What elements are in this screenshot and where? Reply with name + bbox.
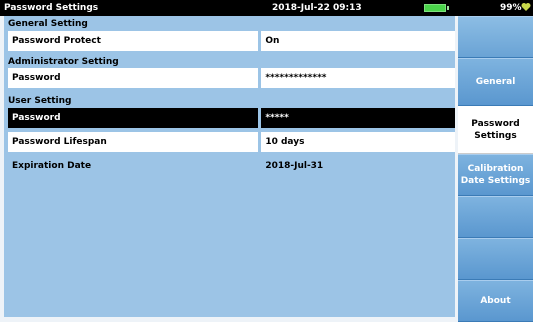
admin-password-value[interactable]: *************	[261, 68, 455, 88]
sidebar-item-label: Calibration Date Settings	[460, 164, 531, 186]
password-protect-label: Password Protect	[8, 31, 259, 51]
password-protect-row[interactable]: Password Protect On	[8, 31, 455, 51]
expiration-date-value: 2018-Jul-31	[265, 161, 324, 171]
battery-icon	[424, 4, 449, 12]
password-lifespan-value[interactable]: 10 days	[261, 132, 455, 152]
datetime-display: 2018-Jul-22 09:13	[272, 3, 362, 13]
password-protect-value[interactable]: On	[261, 31, 455, 51]
sidebar: General Password Settings Calibration Da…	[458, 16, 533, 322]
sidebar-item-general[interactable]: General	[458, 58, 533, 106]
password-lifespan-row[interactable]: Password Lifespan 10 days	[8, 132, 455, 152]
general-setting-heading: General Setting	[8, 19, 88, 29]
user-password-value[interactable]: *****	[261, 108, 455, 128]
sidebar-item-password-settings[interactable]: Password Settings	[458, 106, 533, 154]
admin-password-row[interactable]: Password *************	[8, 68, 455, 88]
battery-percent: 99%	[500, 3, 522, 13]
sidebar-blank-1	[458, 196, 533, 238]
heart-status-icon	[521, 3, 531, 11]
expiration-date-label: Expiration Date	[12, 161, 92, 171]
sidebar-item-label: About	[480, 296, 511, 306]
password-lifespan-label: Password Lifespan	[8, 132, 259, 152]
user-password-row[interactable]: Password *****	[8, 108, 455, 128]
sidebar-item-calibration-date-settings[interactable]: Calibration Date Settings	[458, 154, 533, 196]
settings-panel: General Setting Password Protect On Admi…	[4, 16, 455, 317]
administrator-setting-heading: Administrator Setting	[8, 57, 119, 67]
window-title: Password Settings	[4, 3, 99, 13]
sidebar-item-label: Password Settings	[471, 119, 520, 141]
sidebar-blank-top	[458, 16, 533, 58]
user-setting-heading: User Setting	[8, 96, 72, 106]
admin-password-label: Password	[8, 68, 259, 88]
sidebar-item-label: General	[475, 77, 516, 87]
user-password-label: Password	[8, 108, 259, 128]
expiration-date-row: Expiration Date 2018-Jul-31	[8, 156, 455, 176]
sidebar-item-about[interactable]: About	[458, 280, 533, 322]
sidebar-blank-2	[458, 238, 533, 280]
title-bar: Password Settings 2018-Jul-22 09:13 99%	[0, 0, 533, 16]
